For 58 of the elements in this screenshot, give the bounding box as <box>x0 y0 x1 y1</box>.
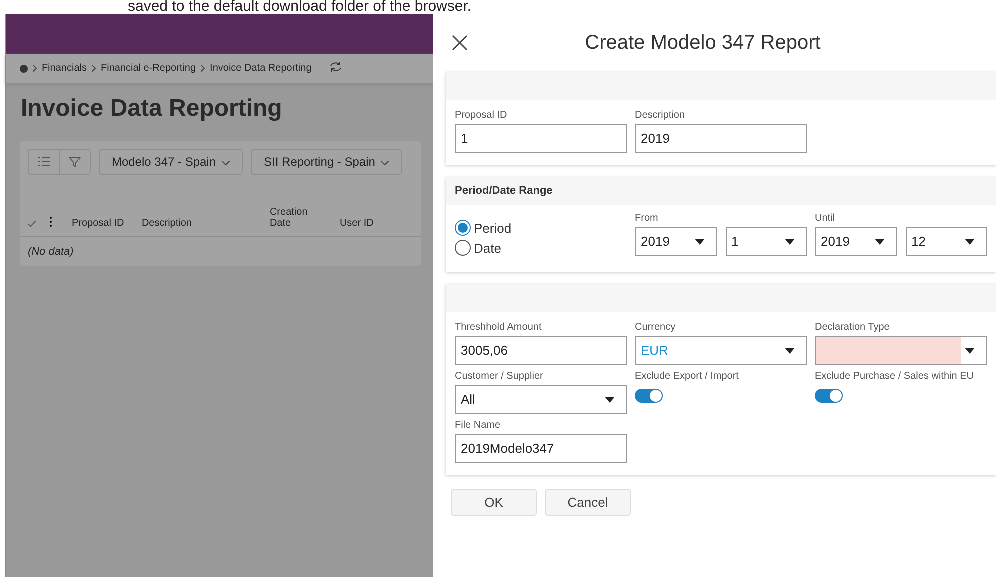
radio-button[interactable] <box>455 240 471 256</box>
field-label: From <box>635 213 660 226</box>
caret-icon <box>785 348 795 354</box>
close-icon[interactable] <box>450 33 470 53</box>
column-header[interactable]: User ID <box>340 218 400 229</box>
field-label: Customer / Supplier <box>455 371 544 384</box>
input-field[interactable]: 1 <box>455 124 627 153</box>
dropdown-field[interactable]: 2019 <box>815 227 896 256</box>
caret-icon <box>965 238 975 244</box>
input-field[interactable]: 2019 <box>635 124 807 153</box>
breadcrumb-link[interactable]: Invoice Data Reporting <box>210 63 312 74</box>
chevron-icon <box>92 65 96 72</box>
section-heading: Period/Date Range <box>446 177 996 205</box>
dialog-title: Create Modelo 347 Report <box>584 32 822 54</box>
chevron-icon <box>32 65 37 72</box>
check-icon[interactable] <box>28 221 36 227</box>
field-label: Proposal ID <box>455 110 508 123</box>
empty-message: (No data) <box>26 245 75 260</box>
field-label: Exclude Export / Import <box>635 371 740 384</box>
field-label: Until <box>815 213 836 226</box>
column-header[interactable]: Creation Date <box>270 207 315 229</box>
toggle-switch[interactable] <box>815 389 843 403</box>
caret-icon <box>965 348 975 354</box>
field-label: Description <box>635 110 686 123</box>
field-label: Currency <box>635 322 677 335</box>
caret-icon <box>694 238 704 244</box>
dialog-button[interactable]: OK <box>451 489 537 516</box>
input-field[interactable]: 2019Modelo347 <box>455 434 627 463</box>
dialog-button[interactable]: Cancel <box>545 489 631 516</box>
breadcrumb-link[interactable]: Financials <box>42 63 87 74</box>
breadcrumb-link[interactable]: Financial e-Reporting <box>100 63 196 74</box>
field-label: Exclude Purchase / Sales within EU <box>815 371 975 384</box>
more-icon[interactable] <box>50 217 52 227</box>
dropdown-field[interactable] <box>815 336 987 365</box>
page-title: Invoice Data Reporting <box>20 95 284 123</box>
radio-label: Period <box>474 220 512 236</box>
chevron-icon <box>201 65 206 72</box>
dropdown-field[interactable]: 1 <box>726 227 807 256</box>
dropdown-field[interactable]: All <box>455 385 627 414</box>
input-field[interactable]: 3005,06 <box>455 336 627 365</box>
column-header[interactable]: Description <box>142 218 270 229</box>
toggle-switch[interactable] <box>635 389 663 403</box>
radio-button[interactable] <box>455 220 471 236</box>
dropdown-field[interactable]: 12 <box>906 227 987 256</box>
field-label: File Name <box>455 420 502 433</box>
filter-dropdown[interactable]: SII Reporting - Spain <box>251 149 402 175</box>
filter-dropdown[interactable]: Modelo 347 - Spain <box>98 149 244 175</box>
radio-label: Date <box>474 240 502 256</box>
dropdown-field[interactable]: 2019 <box>635 227 716 256</box>
field-label: Threshhold Amount <box>455 322 543 335</box>
column-header[interactable]: Proposal ID <box>72 218 142 229</box>
home-icon[interactable] <box>20 64 28 72</box>
dropdown-field[interactable]: EUR <box>635 336 807 365</box>
caret-icon <box>605 396 615 402</box>
caret-icon <box>785 238 795 244</box>
document-text: saved to the default download folder of the browser. <box>127 0 473 14</box>
field-label: Declaration Type <box>815 322 891 335</box>
caret-icon <box>874 238 884 244</box>
